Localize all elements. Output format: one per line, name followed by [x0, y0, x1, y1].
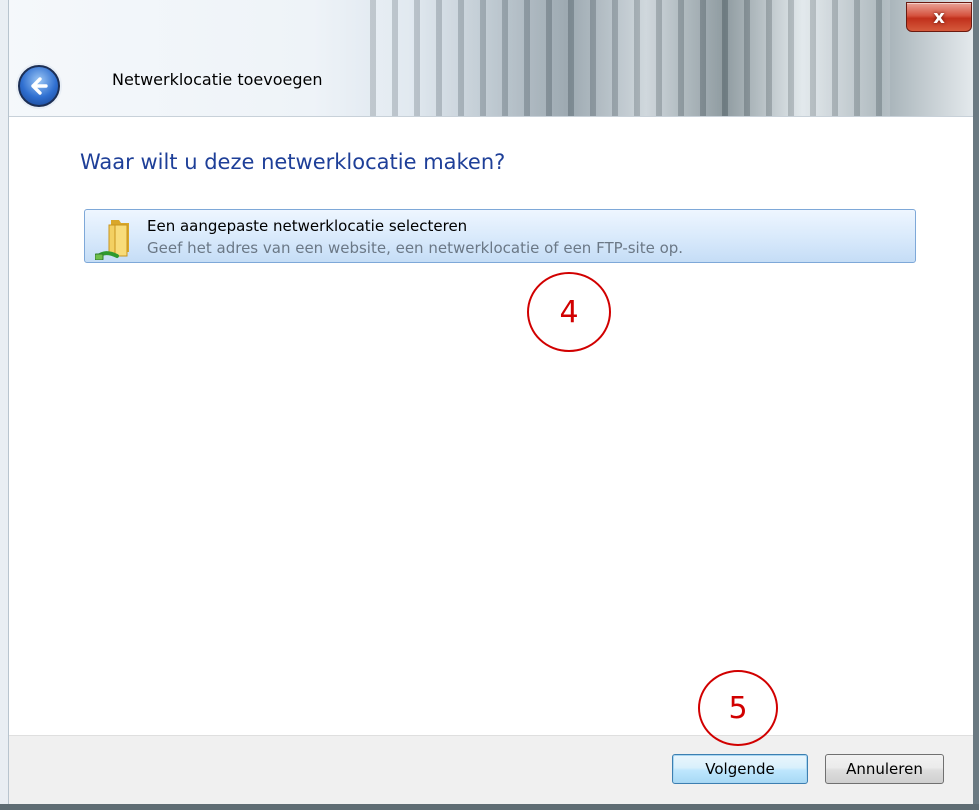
network-folder-icon	[95, 220, 129, 260]
window-frame-right	[973, 0, 979, 810]
window-frame-bottom	[0, 804, 979, 810]
window-frame-left	[0, 0, 9, 810]
option-title: Een aangepaste netwerklocatie selecteren	[147, 217, 468, 235]
next-button[interactable]: Volgende	[672, 754, 808, 784]
cancel-button[interactable]: Annuleren	[825, 754, 944, 784]
close-icon: x	[933, 6, 945, 28]
annotation-step-4: 4	[527, 272, 611, 352]
back-button[interactable]	[18, 65, 60, 107]
custom-network-location-option[interactable]: Een aangepaste netwerklocatie selecteren…	[84, 209, 916, 263]
title-bar	[0, 0, 979, 117]
page-heading: Waar wilt u deze netwerklocatie maken?	[80, 150, 506, 174]
wizard-title: Netwerklocatie toevoegen	[112, 70, 323, 89]
back-arrow-icon	[31, 77, 48, 95]
close-button[interactable]: x	[906, 2, 972, 32]
annotation-step-5: 5	[698, 670, 778, 746]
option-description: Geef het adres van een website, een netw…	[147, 239, 684, 257]
